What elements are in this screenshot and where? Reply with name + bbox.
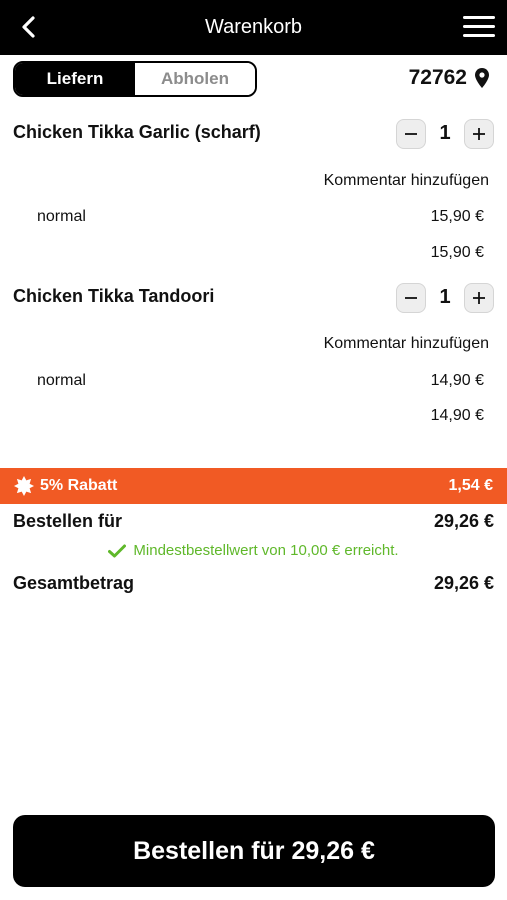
tab-abholen[interactable]: Abholen [135,63,255,95]
discount-amount: 1,54 € [448,477,493,494]
check-icon [108,544,127,557]
total-label: Gesamtbetrag [13,573,135,593]
item-variant: normal [37,208,86,225]
tab-liefern[interactable]: Liefern [15,63,135,95]
min-order-message: Mindestbestellwert von 10,00 € erreicht. [133,542,399,559]
minus-icon [405,297,417,299]
item-total: 14,90 € [430,407,484,424]
order-for-value: 29,26 € [433,511,494,531]
add-comment-link[interactable]: Kommentar hinzufügen [324,334,489,354]
cart-item-name: Chicken Tikka Tandoori [13,286,215,306]
quantity-value: 1 [439,122,451,144]
quantity-value: 1 [439,286,451,308]
total-value: 29,26 € [433,573,494,593]
delivery-mode-toggle: Liefern Abholen [13,61,257,97]
page-title: Warenkorb [204,16,303,38]
checkout-button[interactable]: Bestellen für 29,26 € [13,815,495,887]
discount-badge-icon [14,476,34,496]
increase-quantity-button[interactable] [464,119,494,149]
decrease-quantity-button[interactable] [396,283,426,313]
discount-label: 5% Rabatt [14,476,117,496]
min-order-status: Mindestbestellwert von 10,00 € erreicht. [0,542,507,559]
item-variant: normal [37,372,86,389]
order-for-label: Bestellen für [13,511,123,531]
decrease-quantity-button[interactable] [396,119,426,149]
hamburger-menu-icon-line [463,34,495,37]
plus-icon [473,292,485,304]
map-pin-icon [475,68,489,88]
discount-text: 5% Rabatt [40,477,118,494]
postcode-label: 72762 [408,66,467,89]
hamburger-menu-icon [463,16,495,19]
cart-item-name: Chicken Tikka Garlic (scharf) [13,122,261,142]
plus-icon [473,128,485,140]
increase-quantity-button[interactable] [464,283,494,313]
postcode-selector[interactable]: 72762 [409,66,489,90]
hamburger-menu-icon-line [463,25,495,28]
variant-price: 14,90 € [430,372,484,389]
item-total: 15,90 € [430,244,484,261]
discount-bar: 5% Rabatt 1,54 € [0,468,507,504]
variant-price: 15,90 € [430,208,484,225]
menu-button[interactable] [461,13,497,41]
add-comment-link[interactable]: Kommentar hinzufügen [324,171,489,191]
quantity-stepper: 1 [396,283,494,313]
minus-icon [405,133,417,135]
quantity-stepper: 1 [396,119,494,149]
top-bar: Warenkorb [0,0,507,55]
